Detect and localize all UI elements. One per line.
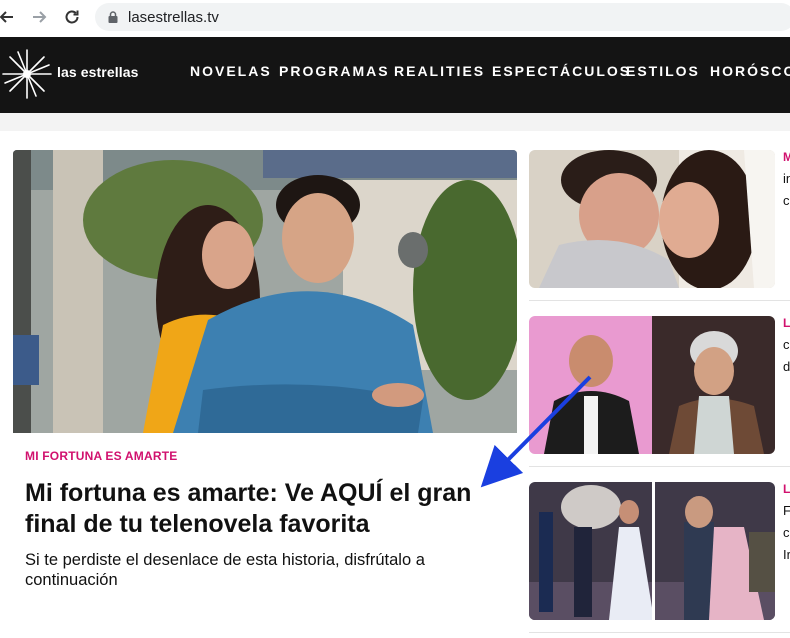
url-text: lasestrellas.tv <box>128 9 219 26</box>
back-button[interactable] <box>0 6 18 28</box>
side-divider <box>529 300 790 301</box>
nav-item-realities[interactable]: REALITIES <box>394 63 485 79</box>
side-divider <box>529 632 790 633</box>
two-men-photo <box>529 316 775 454</box>
couple-photo <box>13 150 517 433</box>
nav-item-estilos[interactable]: ESTILOS <box>626 63 700 79</box>
nav-item-horoscopo[interactable]: HORÓSCOP <box>710 63 790 79</box>
main-article-headline[interactable]: Mi fortuna es amarte: Ve AQUÍ el gran fi… <box>25 478 505 540</box>
site-header: las estrellas NOVELAS PROGRAMAS REALITIE… <box>0 37 790 113</box>
forward-button[interactable] <box>28 6 50 28</box>
site-logo-text[interactable]: las estrellas <box>57 64 138 80</box>
main-article-image[interactable] <box>13 150 517 433</box>
main-article-summary: Si te perdiste el desenlace de esta hist… <box>25 551 425 589</box>
wedding-photo <box>529 482 775 620</box>
star-burst-icon[interactable] <box>0 47 54 101</box>
side-article-1-image[interactable] <box>529 150 775 288</box>
kiss-photo <box>529 150 775 288</box>
arrow-right-icon <box>33 11 47 23</box>
reload-button[interactable] <box>61 6 83 28</box>
nav-item-novelas[interactable]: NOVELAS <box>190 63 272 79</box>
side-article-1-text[interactable]: M in c <box>783 146 790 212</box>
side-article-3-image[interactable] <box>529 482 775 620</box>
side-article-2-image[interactable] <box>529 316 775 454</box>
browser-toolbar: lasestrellas.tv <box>0 0 790 37</box>
nav-item-espectaculos[interactable]: ESPECTÁCULOS <box>492 63 631 79</box>
side-article-2-text[interactable]: L c d <box>783 312 790 378</box>
side-divider <box>529 466 790 467</box>
arrow-left-icon <box>0 11 13 23</box>
header-sub-band <box>0 113 790 131</box>
side-article-3-text[interactable]: L F c Ir <box>783 478 790 566</box>
reload-icon <box>65 10 79 24</box>
address-bar[interactable]: lasestrellas.tv <box>95 3 790 31</box>
nav-item-programas[interactable]: PROGRAMAS <box>279 63 390 79</box>
lock-icon <box>108 11 118 23</box>
main-article-kicker[interactable]: MI FORTUNA ES AMARTE <box>25 449 177 463</box>
